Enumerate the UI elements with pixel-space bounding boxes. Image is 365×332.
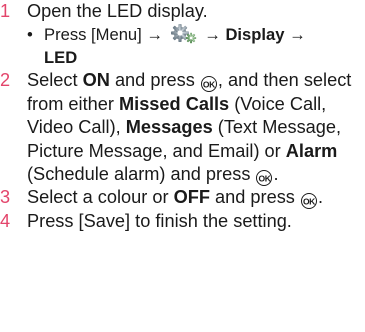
- step-4: 4 Press [Save] to finish the setting.: [0, 210, 365, 233]
- step-text: .: [273, 164, 279, 185]
- arrow: →: [204, 25, 221, 45]
- menu-path-display: Display: [225, 25, 285, 45]
- option-missed-calls: Missed Calls: [118, 93, 230, 114]
- option-off: OFF: [173, 187, 210, 208]
- settings-gear-icon: [170, 24, 196, 44]
- option-alarm: Alarm: [285, 140, 338, 161]
- step-text: Select: [27, 70, 83, 91]
- step-3: 3 Select a colour or OFF and press OK.: [0, 186, 365, 210]
- ok-key-icon: OK: [256, 170, 273, 187]
- step-text: Select a colour or: [27, 187, 174, 208]
- step-number: 3: [0, 187, 11, 208]
- step-1: 1 Open the LED display. • Press [Menu] →: [0, 0, 365, 69]
- step-list: 1 Open the LED display. • Press [Menu] →: [0, 0, 365, 233]
- bullet: •: [27, 25, 33, 45]
- step-text: Open the LED display.: [27, 1, 208, 21]
- ok-key-icon: OK: [200, 76, 217, 93]
- option-messages: Messages: [125, 117, 213, 138]
- instruction-page: 1 Open the LED display. • Press [Menu] →: [0, 0, 365, 332]
- step-text: .: [317, 187, 324, 208]
- sub-step-press: Press [Menu] →: [44, 25, 163, 45]
- step-2: 2 Select ON and press OK, and then selec…: [0, 69, 365, 187]
- sub-step: • Press [Menu] → → Display → LED: [27, 23, 365, 69]
- step-number: 1: [0, 1, 11, 21]
- step-text: (Schedule alarm) and press: [27, 164, 256, 185]
- step-text: and press: [209, 187, 300, 208]
- step-text: and press: [109, 70, 200, 91]
- option-on: ON: [82, 70, 110, 91]
- menu-path-led: LED: [44, 48, 78, 68]
- ok-key-icon: OK: [300, 193, 317, 210]
- step-number: 4: [0, 210, 11, 231]
- step-number: 2: [0, 70, 11, 91]
- arrow: →: [289, 25, 306, 45]
- step-text: Press [Save] to finish the setting.: [27, 210, 292, 231]
